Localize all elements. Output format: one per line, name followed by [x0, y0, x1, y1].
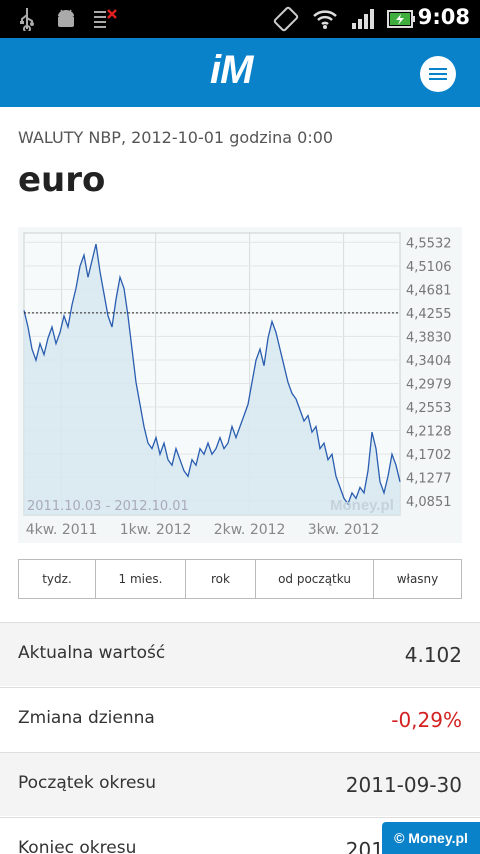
rotate-icon — [272, 6, 300, 32]
signal-icon — [350, 6, 376, 32]
tab-year[interactable]: rok — [186, 560, 256, 598]
status-bar: 9:08 — [0, 0, 480, 38]
y-tick-label: 4,4681 — [406, 283, 452, 298]
menu-icon — [429, 73, 447, 75]
y-tick-label: 4,1277 — [406, 472, 452, 487]
y-tick-label: 4,2128 — [406, 425, 452, 440]
x-tick-label: 3kw. 2012 — [308, 522, 380, 538]
money-pl-badge[interactable]: © Money.pl — [382, 822, 480, 854]
stat-label: Koniec okresu — [18, 838, 137, 854]
y-tick-label: 4,2553 — [406, 401, 452, 416]
x-tick-label: 1kw. 2012 — [120, 522, 192, 538]
currency-chart: 4,5532 4,5106 4,4681 4,4255 4,3830 4,3404 4,29… — [18, 227, 462, 543]
stat-row-period-start: Początek okresu 2011-09-30 — [0, 752, 480, 816]
stat-label: Zmiana dzienna — [18, 708, 155, 728]
usb-icon — [16, 6, 38, 32]
y-tick-label: 4,5106 — [406, 260, 452, 275]
battery-icon — [386, 6, 416, 32]
wifi-icon — [312, 6, 338, 32]
stat-row-daily-change: Zmiana dzienna -0,29% — [0, 687, 480, 751]
y-tick-label: 4,3830 — [406, 330, 452, 345]
y-tick-label: 4,2979 — [406, 377, 452, 392]
period-tabs: tydz. 1 mies. rok od początku własny — [18, 559, 462, 599]
app-bar: iM — [0, 38, 480, 107]
app-logo[interactable]: iM — [210, 48, 253, 93]
x-tick-label: 2kw. 2012 — [214, 522, 286, 538]
date-range-label: 2011.10.03 - 2012.10.01 — [27, 499, 189, 514]
stat-row-current-value: Aktualna wartość 4.102 — [0, 622, 480, 686]
menu-button[interactable] — [420, 56, 456, 92]
y-tick-label: 4,3404 — [406, 354, 452, 369]
tab-week[interactable]: tydz. — [19, 560, 96, 598]
chart-watermark: Money.pl — [330, 497, 394, 514]
tab-from-start[interactable]: od początku — [256, 560, 374, 598]
page-subtitle: WALUTY NBP, 2012-10-01 godzina 0:00 — [18, 128, 334, 147]
stat-label: Aktualna wartość — [18, 643, 166, 663]
y-tick-label: 4,5532 — [406, 236, 452, 251]
tab-month[interactable]: 1 mies. — [96, 560, 186, 598]
x-tick-label: 4kw. 2011 — [26, 522, 98, 538]
stat-value: 2011-09-30 — [345, 773, 462, 797]
menu-icon — [429, 78, 447, 80]
android-debug-icon — [54, 6, 78, 32]
chart-canvas: 4,5532 4,5106 4,4681 4,4255 4,3830 4,3404 4,29… — [23, 232, 452, 538]
no-sim-icon — [92, 6, 118, 32]
y-tick-label: 4,1702 — [406, 448, 452, 463]
tab-custom[interactable]: własny — [374, 560, 461, 598]
stat-value: 4.102 — [404, 643, 462, 667]
stat-value: -0,29% — [391, 708, 462, 732]
y-tick-label: 4,0851 — [406, 495, 452, 510]
y-tick-label: 4,4255 — [406, 307, 452, 322]
status-time: 9:08 — [417, 5, 470, 29]
page-title: euro — [18, 160, 106, 200]
stat-label: Początek okresu — [18, 773, 157, 793]
menu-icon — [429, 68, 447, 70]
